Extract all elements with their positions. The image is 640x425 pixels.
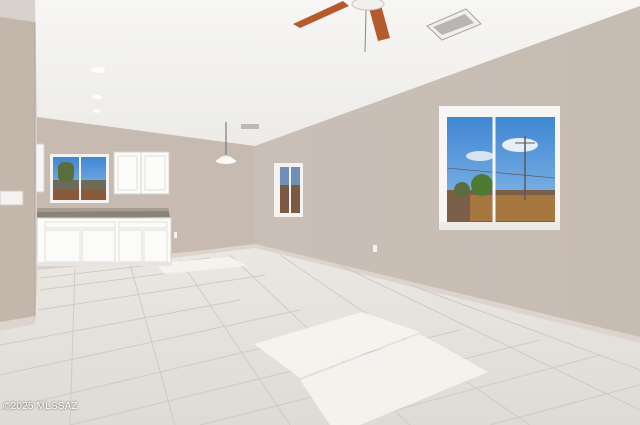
- kitchen-window: [50, 154, 109, 203]
- lower-cabinets: [36, 217, 172, 266]
- room-illustration: [0, 0, 640, 425]
- left-wall: [0, 17, 35, 330]
- outlet-back: [174, 232, 177, 238]
- upper-cabinet: [113, 151, 170, 195]
- room-photo: ©2025 MLSSAZ: [0, 0, 640, 425]
- copyright-watermark: ©2025 MLSSAZ: [3, 401, 78, 412]
- large-window: [439, 106, 560, 230]
- upper-cabinet-left: [35, 143, 45, 193]
- outlet-right: [373, 245, 377, 252]
- side-window: [274, 163, 303, 217]
- light-switch: [0, 190, 24, 206]
- ceiling-vent-small: [241, 124, 259, 129]
